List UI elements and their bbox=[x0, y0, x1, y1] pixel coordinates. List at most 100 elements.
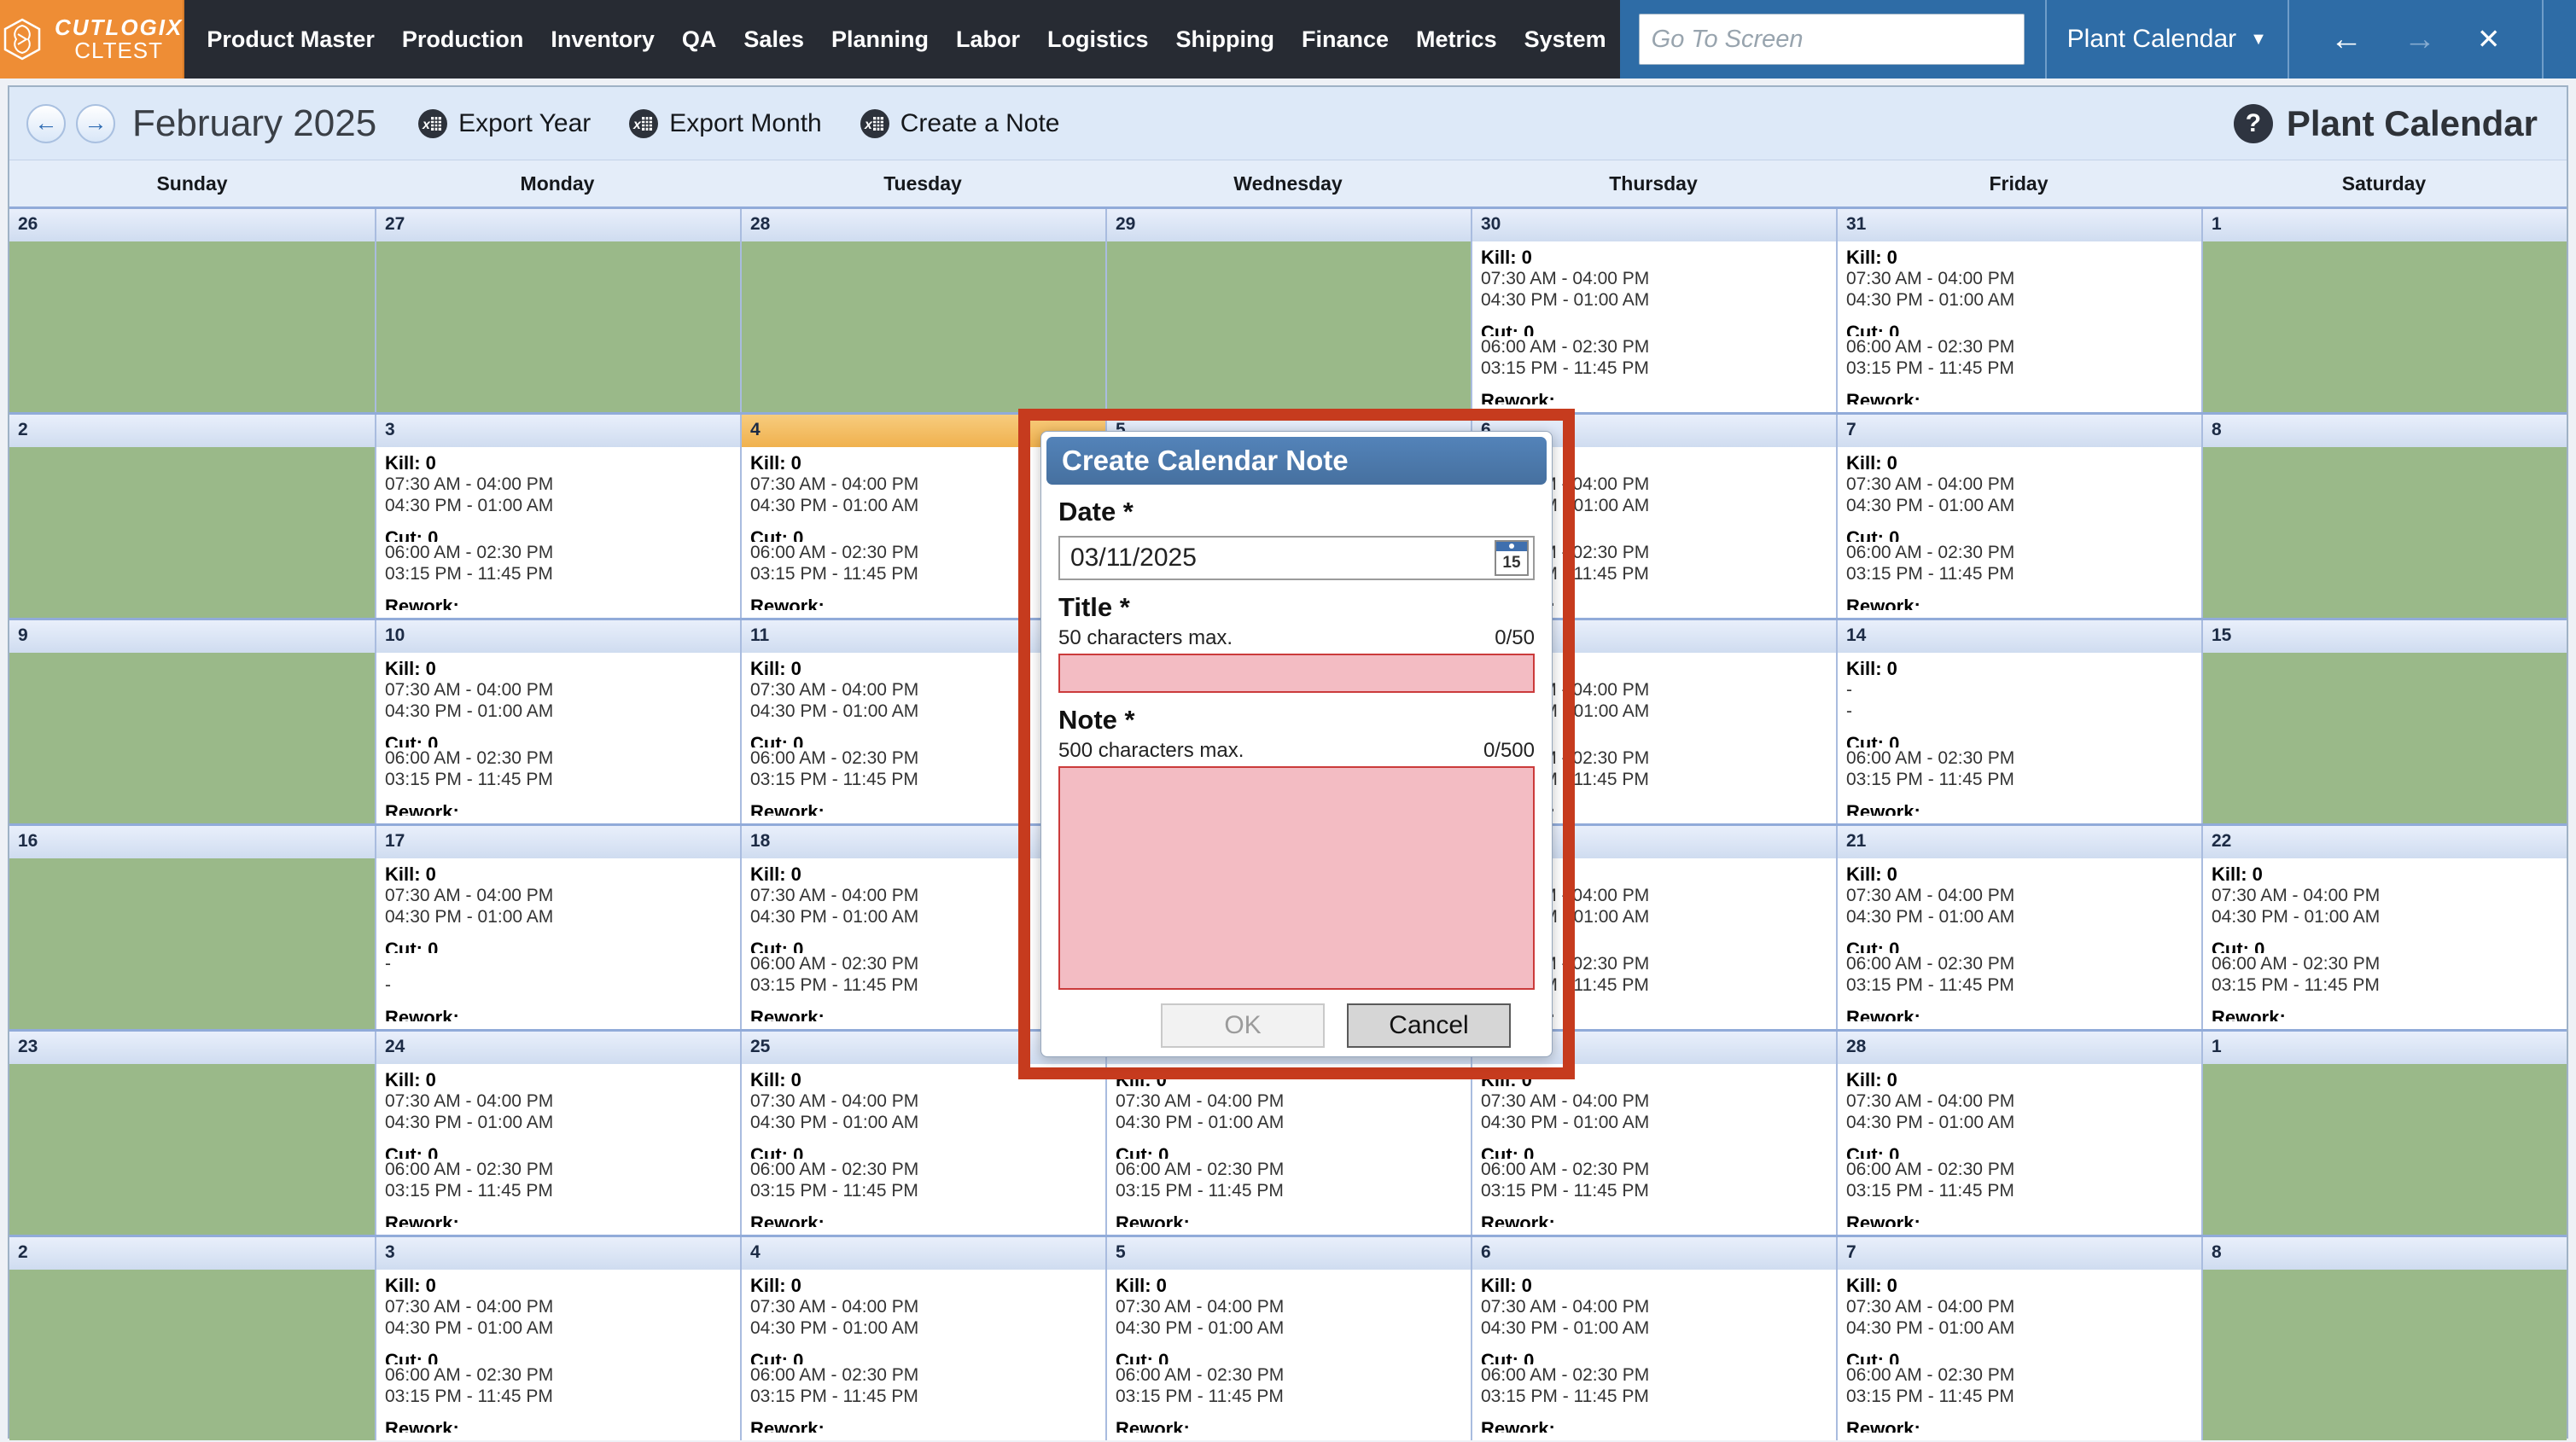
day-content: Kill: 007:30 AM - 04:00 PM04:30 PM - 01:… bbox=[1838, 447, 2201, 618]
next-month-button[interactable]: → bbox=[76, 104, 115, 143]
previous-month-button[interactable]: ← bbox=[26, 104, 66, 143]
nav-item-product-master[interactable]: Product Master bbox=[193, 26, 388, 53]
day-cell-26[interactable]: 26 bbox=[9, 209, 375, 412]
close-screen-button[interactable]: ✕ bbox=[2457, 0, 2521, 78]
day-cell-8[interactable]: 8 bbox=[2201, 1237, 2567, 1440]
nav-item-qa[interactable]: QA bbox=[668, 26, 731, 53]
day-cell-28[interactable]: 28Kill: 007:30 AM - 04:00 PM04:30 PM - 0… bbox=[1836, 1032, 2201, 1235]
day-cell-2[interactable]: 2 bbox=[9, 415, 375, 618]
cancel-button[interactable]: Cancel bbox=[1347, 1003, 1511, 1048]
datepicker-icon[interactable]: 15 bbox=[1495, 540, 1529, 576]
export-month-button[interactable]: x Export Month bbox=[628, 108, 821, 139]
day-number: 22 bbox=[2203, 826, 2567, 858]
note-text-field[interactable] bbox=[1058, 766, 1535, 990]
day-content: Kill: 007:30 AM - 04:00 PM04:30 PM - 01:… bbox=[376, 447, 740, 618]
day-cell-3[interactable]: 3Kill: 007:30 AM - 04:00 PM04:30 PM - 01… bbox=[375, 415, 740, 618]
day-cell-27[interactable]: 27 bbox=[375, 209, 740, 412]
calendar-week-row: 23Kill: 007:30 AM - 04:00 PM04:30 PM - 0… bbox=[9, 1235, 2567, 1440]
nav-item-production[interactable]: Production bbox=[388, 26, 538, 53]
ok-button[interactable]: OK bbox=[1161, 1003, 1325, 1048]
day-cell-7[interactable]: 7Kill: 007:30 AM - 04:00 PM04:30 PM - 01… bbox=[1836, 1237, 2201, 1440]
day-cell-4[interactable]: 4Kill: 007:30 AM - 04:00 PM04:30 PM - 01… bbox=[740, 1237, 1105, 1440]
day-cell-16[interactable]: 16 bbox=[9, 826, 375, 1029]
nav-item-planning[interactable]: Planning bbox=[818, 26, 942, 53]
brand-name: CUTLOGIX bbox=[55, 16, 183, 39]
day-cell-10[interactable]: 10Kill: 007:30 AM - 04:00 PM04:30 PM - 0… bbox=[375, 620, 740, 823]
day-cell-31[interactable]: 31Kill: 007:30 AM - 04:00 PM04:30 PM - 0… bbox=[1836, 209, 2201, 412]
day-cell-5[interactable]: 5Kill: 007:30 AM - 04:00 PM04:30 PM - 01… bbox=[1105, 1237, 1471, 1440]
go-to-screen-input[interactable] bbox=[1639, 14, 2025, 65]
day-cell-9[interactable]: 9 bbox=[9, 620, 375, 823]
day-cell-1[interactable]: 1 bbox=[2201, 1032, 2567, 1235]
nav-item-logistics[interactable]: Logistics bbox=[1034, 26, 1163, 53]
day-content-empty bbox=[376, 241, 740, 412]
day-content: Kill: 007:30 AM - 04:00 PM04:30 PM - 01:… bbox=[742, 1064, 1105, 1235]
day-cell-28[interactable]: 28 bbox=[740, 209, 1105, 412]
create-note-modal-highlight-ring: Create Calendar Note Date * 15 Title * 5… bbox=[1018, 409, 1575, 1079]
weekday-label-monday: Monday bbox=[375, 160, 740, 206]
date-field[interactable] bbox=[1058, 536, 1535, 580]
create-note-button[interactable]: x Create a Note bbox=[860, 108, 1060, 139]
nav-back-button[interactable]: ← bbox=[2310, 0, 2383, 78]
note-label: Note * bbox=[1058, 705, 1535, 736]
day-cell-22[interactable]: 22Kill: 007:30 AM - 04:00 PM04:30 PM - 0… bbox=[2201, 826, 2567, 1029]
title-max-hint: 50 characters max. bbox=[1058, 626, 1233, 650]
day-cell-8[interactable]: 8 bbox=[2201, 415, 2567, 618]
weekday-label-tuesday: Tuesday bbox=[740, 160, 1105, 206]
nav-item-metrics[interactable]: Metrics bbox=[1402, 26, 1511, 53]
dialog-title: Create Calendar Note bbox=[1046, 437, 1547, 485]
day-cell-23[interactable]: 23 bbox=[9, 1032, 375, 1235]
day-number: 3 bbox=[376, 415, 740, 447]
day-content-empty bbox=[9, 1270, 375, 1440]
day-number: 9 bbox=[9, 620, 375, 653]
divider bbox=[2288, 0, 2289, 78]
day-cell-24[interactable]: 24Kill: 007:30 AM - 04:00 PM04:30 PM - 0… bbox=[375, 1032, 740, 1235]
nav-item-sales[interactable]: Sales bbox=[730, 26, 818, 53]
day-number: 24 bbox=[376, 1032, 740, 1064]
day-cell-15[interactable]: 15 bbox=[2201, 620, 2567, 823]
day-content-empty bbox=[2203, 447, 2567, 618]
nav-item-inventory[interactable]: Inventory bbox=[537, 26, 668, 53]
note-max-hint: 500 characters max. bbox=[1058, 739, 1244, 763]
nav-item-shipping[interactable]: Shipping bbox=[1163, 26, 1288, 53]
screen-selector-dropdown[interactable]: Plant Calendar ▼ bbox=[2067, 25, 2267, 54]
day-cell-2[interactable]: 2 bbox=[9, 1237, 375, 1440]
day-content-empty bbox=[9, 653, 375, 823]
nav-item-system[interactable]: System bbox=[1511, 26, 1620, 53]
calendar-toolbar: ← → February 2025 x Export Year x Export… bbox=[9, 87, 2567, 160]
day-cell-14[interactable]: 14Kill: 0--Cut: 006:00 AM - 02:30 PM03:1… bbox=[1836, 620, 2201, 823]
nav-item-finance[interactable]: Finance bbox=[1288, 26, 1402, 53]
day-cell-21[interactable]: 21Kill: 007:30 AM - 04:00 PM04:30 PM - 0… bbox=[1836, 826, 2201, 1029]
weekday-label-saturday: Saturday bbox=[2201, 160, 2567, 206]
day-cell-6[interactable]: 6Kill: 007:30 AM - 04:00 PM04:30 PM - 01… bbox=[1471, 1237, 1836, 1440]
day-cell-7[interactable]: 7Kill: 007:30 AM - 04:00 PM04:30 PM - 01… bbox=[1836, 415, 2201, 618]
nav-item-labor[interactable]: Labor bbox=[942, 26, 1034, 53]
top-bar: CUTLOGIX CLTEST Product MasterProduction… bbox=[0, 0, 2576, 78]
favorite-star-button[interactable]: ☆ bbox=[2564, 0, 2576, 78]
day-content-empty bbox=[9, 858, 375, 1029]
day-content-empty bbox=[2203, 653, 2567, 823]
day-content: Kill: 007:30 AM - 04:00 PM04:30 PM - 01:… bbox=[742, 1270, 1105, 1440]
day-number: 16 bbox=[9, 826, 375, 858]
day-number: 15 bbox=[2203, 620, 2567, 653]
svg-text:x: x bbox=[864, 118, 873, 132]
note-title-field[interactable] bbox=[1058, 654, 1535, 693]
day-content: Kill: 007:30 AM - 04:00 PM04:30 PM - 01:… bbox=[376, 1064, 740, 1235]
svg-text:x: x bbox=[422, 118, 431, 132]
nav-forward-button[interactable]: → bbox=[2383, 0, 2457, 78]
day-cell-17[interactable]: 17Kill: 007:30 AM - 04:00 PM04:30 PM - 0… bbox=[375, 826, 740, 1029]
export-year-button[interactable]: x Export Year bbox=[417, 108, 591, 139]
day-content: Kill: 0--Cut: 006:00 AM - 02:30 PM03:15 … bbox=[1838, 653, 2201, 823]
brand-block[interactable]: CUTLOGIX CLTEST bbox=[0, 0, 184, 78]
day-content: Kill: 007:30 AM - 04:00 PM04:30 PM - 01:… bbox=[1472, 241, 1836, 412]
day-number: 8 bbox=[2203, 415, 2567, 447]
note-icon: x bbox=[860, 108, 890, 139]
help-icon[interactable]: ? bbox=[2234, 104, 2273, 143]
title-char-counter: 0/50 bbox=[1495, 626, 1535, 650]
day-cell-1[interactable]: 1 bbox=[2201, 209, 2567, 412]
day-number: 10 bbox=[376, 620, 740, 653]
day-cell-30[interactable]: 30Kill: 007:30 AM - 04:00 PM04:30 PM - 0… bbox=[1471, 209, 1836, 412]
day-cell-3[interactable]: 3Kill: 007:30 AM - 04:00 PM04:30 PM - 01… bbox=[375, 1237, 740, 1440]
day-cell-29[interactable]: 29 bbox=[1105, 209, 1471, 412]
day-content: Kill: 007:30 AM - 04:00 PM04:30 PM - 01:… bbox=[1838, 1064, 2201, 1235]
